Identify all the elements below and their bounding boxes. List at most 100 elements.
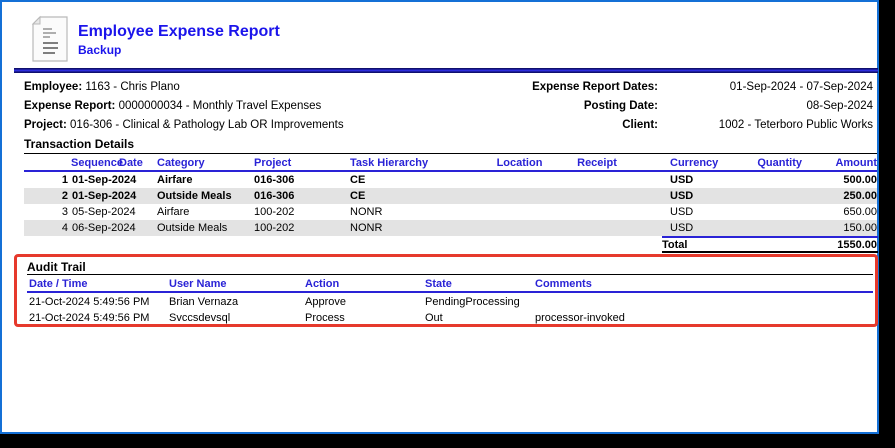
table-cell: 05-Sep-2024	[68, 204, 154, 220]
project-field: Project: 016-306 - Clinical & Pathology …	[24, 119, 344, 131]
client-label: Client:	[622, 119, 658, 131]
employee-value: 1163 - Chris Plano	[85, 81, 179, 93]
table-cell: 01-Sep-2024	[68, 188, 154, 204]
table-cell: 100-202	[251, 204, 347, 220]
expense-report-value: 0000000034 - Monthly Travel Expenses	[119, 100, 322, 112]
column-header: User Name	[169, 276, 305, 292]
table-cell: Svccsdevsql	[169, 310, 305, 326]
column-header: Receipt	[562, 155, 632, 171]
audit-header-row: Date / TimeUser NameActionStateComments	[29, 276, 851, 292]
transaction-header-row: SequenceDateCategoryProjectTask Hierarch…	[24, 155, 877, 171]
audit-trail-box: Audit Trail Date / TimeUser NameActionSt…	[14, 254, 878, 327]
table-row: 406-Sep-2024Outside Meals100-202NONR USD 1…	[24, 220, 877, 236]
table-cell: 650.00	[802, 204, 877, 220]
total-top-rule	[662, 236, 878, 238]
table-row: 101-Sep-2024Airfare016-306CE USD 500.00	[24, 172, 877, 188]
posting-date-value: 08-Sep-2024	[807, 100, 874, 112]
column-header: Quantity	[705, 155, 802, 171]
table-cell: USD	[632, 204, 705, 220]
table-cell: 2	[24, 188, 68, 204]
document-icon	[28, 14, 70, 64]
table-cell	[705, 220, 802, 236]
table-cell: CE	[347, 172, 477, 188]
table-row: 21-Oct-2024 5:49:56 PMBrian VernazaAppro…	[29, 294, 851, 310]
table-cell: Out	[425, 310, 535, 326]
table-cell	[477, 188, 562, 204]
column-header: Category	[154, 155, 251, 171]
table-cell: Outside Meals	[154, 188, 251, 204]
table-cell: Brian Vernaza	[169, 294, 305, 310]
table-cell	[562, 220, 632, 236]
transaction-rows: 101-Sep-2024Airfare016-306CEUSD500.00201…	[24, 172, 877, 236]
table-cell: 500.00	[802, 172, 877, 188]
column-header: Sequence	[71, 155, 115, 171]
column-header: Project	[251, 155, 347, 171]
table-cell	[562, 204, 632, 220]
column-header: Task Hierarchy	[347, 155, 477, 171]
column-header: Location	[477, 155, 562, 171]
table-row: 21-Oct-2024 5:49:56 PMSvccsdevsqlProcess…	[29, 310, 851, 326]
table-cell: 01-Sep-2024	[68, 172, 154, 188]
transaction-details-title: Transaction Details	[24, 137, 134, 151]
client-value: 1002 - Teterboro Public Works	[719, 119, 873, 131]
table-row: 305-Sep-2024Airfare100-202NONR USD 650.00	[24, 204, 877, 220]
audit-header-rule	[27, 291, 873, 293]
total-bottom-rule	[662, 251, 878, 253]
total-amount: 1550.00	[702, 239, 877, 251]
column-header: Action	[305, 276, 425, 292]
table-cell	[477, 220, 562, 236]
table-cell: 100-202	[251, 220, 347, 236]
table-cell: USD	[632, 220, 705, 236]
table-cell: 21-Oct-2024 5:49:56 PM	[29, 294, 169, 310]
expense-dates-value: 01-Sep-2024 - 07-Sep-2024	[730, 81, 873, 93]
header-divider	[14, 68, 878, 73]
page-title: Employee Expense Report	[78, 23, 280, 41]
table-cell	[705, 172, 802, 188]
project-label: Project:	[24, 119, 67, 131]
table-cell: Airfare	[154, 204, 251, 220]
table-cell	[705, 188, 802, 204]
page-subtitle: Backup	[78, 43, 121, 57]
posting-date-label: Posting Date:	[584, 100, 658, 112]
table-cell: 016-306	[251, 188, 347, 204]
table-cell: 1	[24, 172, 68, 188]
table-cell: 3	[24, 204, 68, 220]
employee-label: Employee:	[24, 81, 82, 93]
audit-title-rule	[27, 274, 873, 275]
table-cell: USD	[632, 188, 705, 204]
table-cell: 250.00	[802, 188, 877, 204]
column-header: Comments	[535, 276, 851, 292]
table-cell: 150.00	[802, 220, 877, 236]
table-row: 201-Sep-2024Outside Meals016-306CE USD 250…	[24, 188, 877, 204]
table-cell	[562, 188, 632, 204]
table-cell	[535, 294, 851, 310]
table-cell: Airfare	[154, 172, 251, 188]
table-cell: Approve	[305, 294, 425, 310]
audit-trail-title: Audit Trail	[27, 260, 86, 274]
audit-rows: 21-Oct-2024 5:49:56 PMBrian VernazaAppro…	[29, 294, 851, 326]
table-cell: 016-306	[251, 172, 347, 188]
column-header: Currency	[632, 155, 705, 171]
table-cell: Outside Meals	[154, 220, 251, 236]
report-viewer: Employee Expense Report Backup Employee:…	[0, 0, 895, 448]
table-cell: 06-Sep-2024	[68, 220, 154, 236]
table-cell: Process	[305, 310, 425, 326]
table-cell: PendingProcessing	[425, 294, 535, 310]
expense-report-field: Expense Report: 0000000034 - Monthly Tra…	[24, 100, 321, 112]
employee-field: Employee: 1163 - Chris Plano	[24, 81, 180, 93]
table-cell: USD	[632, 172, 705, 188]
expense-report-label: Expense Report:	[24, 100, 115, 112]
column-header: Amount	[802, 155, 877, 171]
report-page: Employee Expense Report Backup Employee:…	[0, 0, 879, 434]
table-cell: NONR	[347, 220, 477, 236]
expense-dates-label: Expense Report Dates:	[532, 81, 658, 93]
table-cell: processor-invoked	[535, 310, 851, 326]
table-cell: NONR	[347, 204, 477, 220]
project-value: 016-306 - Clinical & Pathology Lab OR Im…	[70, 119, 344, 131]
table-cell: 4	[24, 220, 68, 236]
transaction-title-rule	[24, 153, 877, 154]
table-cell	[705, 204, 802, 220]
table-cell: 21-Oct-2024 5:49:56 PM	[29, 310, 169, 326]
column-header: State	[425, 276, 535, 292]
table-cell: CE	[347, 188, 477, 204]
